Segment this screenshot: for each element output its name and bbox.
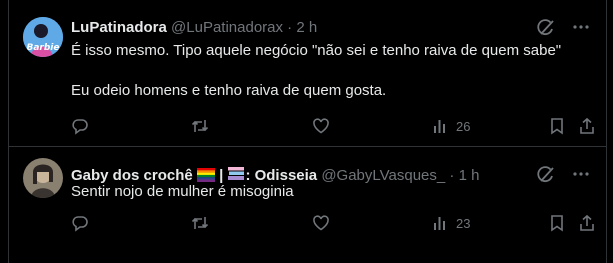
retweet-button[interactable] <box>191 116 209 136</box>
bookmark-icon <box>551 118 563 135</box>
retweet-icon <box>191 217 209 229</box>
bookmark-button[interactable] <box>548 116 566 136</box>
tweet-header: LuPatinadora @LuPatinadorax · 2 h <box>71 19 317 37</box>
reply-button[interactable] <box>71 116 89 136</box>
share-icon <box>580 117 594 134</box>
more-icon[interactable] <box>570 164 592 184</box>
separator-dot: · <box>449 167 455 184</box>
views-icon <box>434 217 445 230</box>
user-handle[interactable]: @GabyLVasques_ <box>321 167 445 184</box>
tweet-text-line: Eu odeio homens e tenho raiva de quem go… <box>71 82 387 99</box>
like-icon <box>313 215 329 231</box>
views-button[interactable]: 26 <box>432 116 470 136</box>
reply-icon <box>72 119 88 135</box>
like-button[interactable] <box>312 213 330 233</box>
share-icon <box>580 214 594 231</box>
tweet[interactable]: Gaby dos crochê | : Odisseia @GabyLVasqu… <box>9 147 606 263</box>
bookmark-button[interactable] <box>548 213 566 233</box>
views-count: 26 <box>456 118 471 134</box>
bookmark-icon <box>551 215 563 232</box>
tweet-text-line: Sentir nojo de mulher é misoginia <box>71 183 294 200</box>
like-icon <box>313 118 329 134</box>
like-button[interactable] <box>312 116 330 136</box>
views-button[interactable]: 23 <box>432 213 470 233</box>
share-button[interactable] <box>578 116 596 136</box>
avatar[interactable] <box>23 158 63 198</box>
views-count: 23 <box>456 215 471 231</box>
svg-text:Barbie: Barbie <box>26 43 59 53</box>
user-handle[interactable]: @LuPatinadorax <box>171 19 283 36</box>
retweet-icon <box>191 120 209 132</box>
views-icon <box>434 120 445 133</box>
tweet-actions: 26 <box>71 116 596 136</box>
share-button[interactable] <box>578 213 596 233</box>
tweet[interactable]: Barbie LuPatinadora @LuPatinadorax · 2 h… <box>9 0 606 147</box>
tweet-text-line: É isso mesmo. Tipo aquele negócio "não s… <box>71 42 562 59</box>
more-icon[interactable] <box>570 17 592 37</box>
retweet-button[interactable] <box>191 213 209 233</box>
timestamp[interactable]: 1 h <box>459 167 480 184</box>
tweet-actions: 23 <box>71 213 596 233</box>
timeline-feed: Barbie LuPatinadora @LuPatinadorax · 2 h… <box>8 0 607 263</box>
avatar[interactable]: Barbie <box>23 17 63 57</box>
grok-icon[interactable] <box>536 165 556 185</box>
reply-icon <box>72 216 88 232</box>
reply-button[interactable] <box>71 213 89 233</box>
separator-dot: · <box>287 19 293 36</box>
display-name[interactable]: LuPatinadora <box>71 19 167 36</box>
timestamp[interactable]: 2 h <box>296 19 317 36</box>
grok-icon[interactable] <box>536 18 556 38</box>
